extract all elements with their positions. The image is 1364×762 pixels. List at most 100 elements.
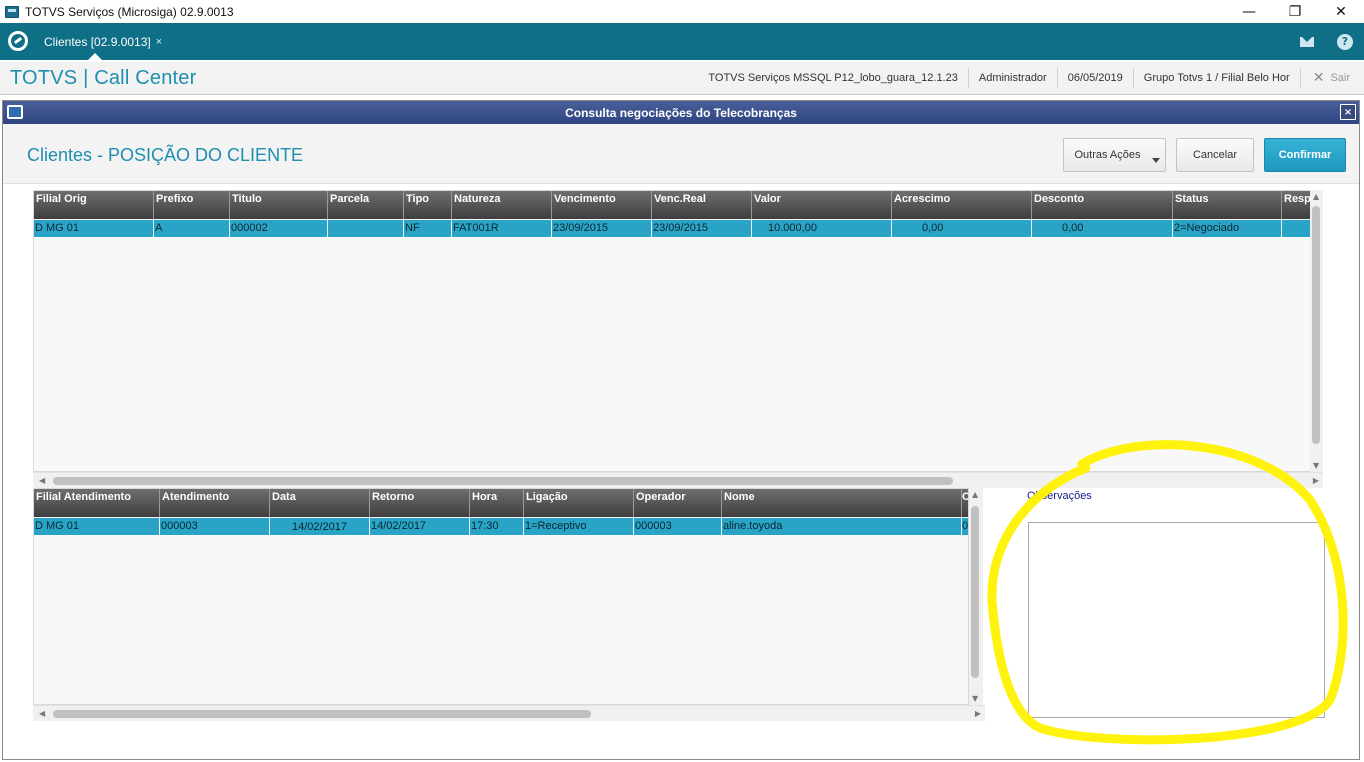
calls-grid-hscroll[interactable]: ◀ ▶ — [33, 705, 985, 721]
cell-vencimento: 23/09/2015 — [552, 220, 652, 237]
column-header[interactable]: Titulo — [230, 191, 328, 219]
app-brand: TOTVS | Call Center — [10, 67, 197, 89]
scroll-left-icon[interactable]: ◀ — [39, 709, 45, 718]
column-header[interactable]: Natureza — [452, 191, 552, 219]
app-window-icon — [5, 5, 19, 18]
column-header[interactable]: Tipo — [404, 191, 452, 219]
cell-titulo: 000002 — [230, 220, 328, 237]
calls-grid[interactable]: Filial Atendimento Atendimento Data Reto… — [33, 488, 969, 705]
column-header[interactable]: Filial Atendimento — [34, 489, 160, 517]
window-controls: — ❐ ✕ — [1226, 0, 1364, 23]
column-header[interactable]: Desconto — [1032, 191, 1173, 219]
mail-icon — [1300, 36, 1314, 47]
tabbar-actions: ? — [1288, 23, 1364, 60]
table-row[interactable]: D MG 01 000003 14/02/2017 14/02/2017 17:… — [34, 518, 968, 535]
confirm-button[interactable]: Confirmar — [1264, 138, 1346, 172]
user-label: Administrador — [967, 68, 1057, 88]
tab-clientes[interactable]: Clientes [02.9.0013] × — [36, 23, 170, 60]
observations-textarea[interactable] — [1028, 522, 1325, 718]
titles-grid-vscroll[interactable]: ▲ ▼ — [1310, 190, 1323, 472]
date-label: 06/05/2019 — [1056, 68, 1133, 88]
help-button[interactable]: ? — [1326, 23, 1364, 60]
cell-status: 2=Negociado — [1173, 220, 1282, 237]
titles-grid-hscroll[interactable]: ◀ ▶ — [33, 472, 1323, 488]
scroll-thumb[interactable] — [53, 710, 591, 718]
scroll-up-icon[interactable]: ▲ — [972, 490, 978, 499]
scroll-thumb[interactable] — [971, 506, 979, 678]
scroll-right-icon[interactable]: ▶ — [1313, 476, 1319, 485]
tab-pointer — [88, 53, 102, 60]
cell-venc-real: 23/09/2015 — [652, 220, 752, 237]
cell-valor: 10.000,00 — [752, 220, 892, 237]
cell-desconto: 0,00 — [1032, 220, 1173, 237]
cell-retorno: 14/02/2017 — [370, 518, 470, 535]
exit-label: Sair — [1330, 72, 1350, 84]
cell-c: 0 — [962, 518, 968, 535]
help-icon: ? — [1337, 33, 1353, 50]
column-header[interactable]: Venc.Real — [652, 191, 752, 219]
cell-acrescimo: 0,00 — [892, 220, 1032, 237]
scroll-thumb[interactable] — [1312, 206, 1320, 444]
table-row[interactable]: D MG 01 A 000002 NF FAT001R 23/09/2015 2… — [34, 220, 1313, 237]
tab-label: Clientes [02.9.0013] — [44, 34, 151, 49]
column-header[interactable]: Atendimento — [160, 489, 270, 517]
column-header[interactable]: Prefixo — [154, 191, 230, 219]
titles-grid-header: Filial Orig Prefixo Titulo Parcela Tipo … — [34, 191, 1313, 219]
tabbar: Clientes [02.9.0013] × ? — [0, 23, 1364, 60]
branch-label: Grupo Totvs 1 / Filial Belo Hor — [1132, 68, 1300, 88]
column-header[interactable]: Acrescimo — [892, 191, 1032, 219]
cancel-button[interactable]: Cancelar — [1176, 138, 1254, 172]
mail-button[interactable] — [1288, 23, 1326, 60]
column-header[interactable]: Retorno — [370, 489, 470, 517]
close-window-button[interactable]: ✕ — [1318, 0, 1364, 23]
calls-grid-vscroll[interactable]: ▲ ▼ — [969, 488, 983, 705]
tab-close-icon[interactable]: × — [156, 36, 162, 48]
scroll-down-icon[interactable]: ▼ — [1313, 461, 1319, 470]
environment-label: TOTVS Serviços MSSQL P12_lobo_guara_12.1… — [708, 72, 958, 84]
column-header[interactable]: Ligação — [524, 489, 634, 517]
dialog-close-button[interactable]: × — [1340, 104, 1356, 120]
exit-button[interactable]: ✕ Sair — [1299, 68, 1364, 88]
consulta-dialog: Consulta negociações do Telecobranças × … — [2, 100, 1360, 760]
totvs-logo-icon[interactable] — [8, 31, 28, 51]
chevron-down-icon — [1152, 158, 1160, 163]
cell-filial: D MG 01 — [34, 220, 154, 237]
column-header[interactable]: Data — [270, 489, 370, 517]
column-header[interactable]: Nome — [722, 489, 962, 517]
column-header[interactable]: C — [962, 489, 968, 517]
column-header[interactable]: Hora — [470, 489, 524, 517]
cell-atendimento: 000003 — [160, 518, 270, 535]
minimize-button[interactable]: — — [1226, 0, 1272, 23]
cell-natureza: FAT001R — [452, 220, 552, 237]
column-header[interactable]: Status — [1173, 191, 1282, 219]
dialog-window-icon — [7, 105, 23, 119]
exit-icon: ✕ — [1312, 70, 1325, 86]
column-header[interactable]: Vencimento — [552, 191, 652, 219]
column-header[interactable]: Parcela — [328, 191, 404, 219]
scroll-right-icon[interactable]: ▶ — [975, 709, 981, 718]
dialog-titlebar: Consulta negociações do Telecobranças × — [3, 101, 1359, 124]
dialog-title: Consulta negociações do Telecobranças — [565, 105, 797, 120]
window-title: TOTVS Serviços (Microsiga) 02.9.0013 — [25, 4, 234, 19]
scroll-down-icon[interactable]: ▼ — [972, 694, 978, 703]
cell-nome: aline.toyoda — [722, 518, 962, 535]
page-title: Clientes - POSIÇÃO DO CLIENTE — [27, 145, 304, 165]
column-header[interactable]: Filial Orig — [34, 191, 154, 219]
cell-ligacao: 1=Receptivo — [524, 518, 634, 535]
more-actions-button[interactable]: Outras Ações — [1063, 138, 1166, 172]
session-info: TOTVS Serviços MSSQL P12_lobo_guara_12.1… — [698, 62, 1364, 94]
cell-hora: 17:30 — [470, 518, 524, 535]
more-actions-label: Outras Ações — [1074, 149, 1141, 161]
cell-operador: 000003 — [634, 518, 722, 535]
dialog-header: Clientes - POSIÇÃO DO CLIENTE Outras Açõ… — [3, 124, 1359, 184]
scroll-up-icon[interactable]: ▲ — [1313, 192, 1319, 201]
column-header[interactable]: Valor — [752, 191, 892, 219]
titles-grid[interactable]: Filial Orig Prefixo Titulo Parcela Tipo … — [33, 190, 1314, 472]
cell-parcela — [328, 220, 404, 237]
column-header[interactable]: Operador — [634, 489, 722, 517]
app-header: TOTVS | Call Center TOTVS Serviços MSSQL… — [0, 60, 1364, 95]
scroll-thumb[interactable] — [53, 477, 953, 485]
maximize-button[interactable]: ❐ — [1272, 0, 1318, 23]
scroll-left-icon[interactable]: ◀ — [39, 476, 45, 485]
cell-tipo: NF — [404, 220, 452, 237]
